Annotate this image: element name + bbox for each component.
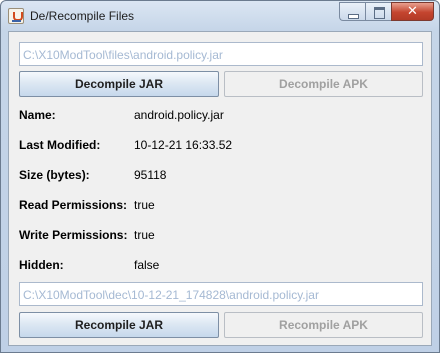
app-window: De/Recompile Files ✕ C:\X10ModTool\files…: [0, 0, 440, 353]
title-bar[interactable]: De/Recompile Files ✕: [1, 1, 439, 31]
detail-value: android.policy.jar: [134, 108, 224, 122]
detail-value: true: [134, 228, 155, 242]
detail-value: 95118: [134, 168, 167, 182]
output-path-field[interactable]: C:\X10ModTool\dec\10-12-21_174828\androi…: [19, 282, 423, 306]
recompile-apk-button[interactable]: Recompile APK: [224, 312, 423, 338]
detail-value: 10-12-21 16:33.52: [134, 138, 233, 152]
minimize-icon: [340, 3, 365, 20]
decompile-apk-button[interactable]: Decompile APK: [224, 71, 423, 97]
detail-label: Size (bytes):: [19, 168, 90, 182]
source-path-field[interactable]: C:\X10ModTool\files\android.policy.jar: [19, 42, 423, 66]
detail-label: Write Permissions:: [19, 228, 128, 242]
decompile-jar-button[interactable]: Decompile JAR: [19, 71, 219, 97]
maximize-button[interactable]: [365, 2, 391, 21]
close-icon: ✕: [407, 4, 418, 19]
recompile-jar-button[interactable]: Recompile JAR: [19, 312, 219, 338]
minimize-button[interactable]: [339, 2, 365, 21]
close-button[interactable]: ✕: [391, 2, 434, 21]
detail-label: Name:: [19, 108, 56, 122]
detail-value: true: [134, 198, 155, 212]
content-panel: C:\X10ModTool\files\android.policy.jar D…: [8, 31, 432, 346]
java-app-icon: [8, 8, 24, 24]
window-title: De/Recompile Files: [30, 9, 135, 23]
detail-label: Read Permissions:: [19, 198, 128, 212]
detail-value: false: [134, 258, 160, 272]
detail-label: Hidden:: [19, 258, 64, 272]
maximize-icon: [366, 3, 391, 20]
detail-label: Last Modified:: [19, 138, 101, 152]
caption-buttons: ✕: [339, 2, 434, 21]
